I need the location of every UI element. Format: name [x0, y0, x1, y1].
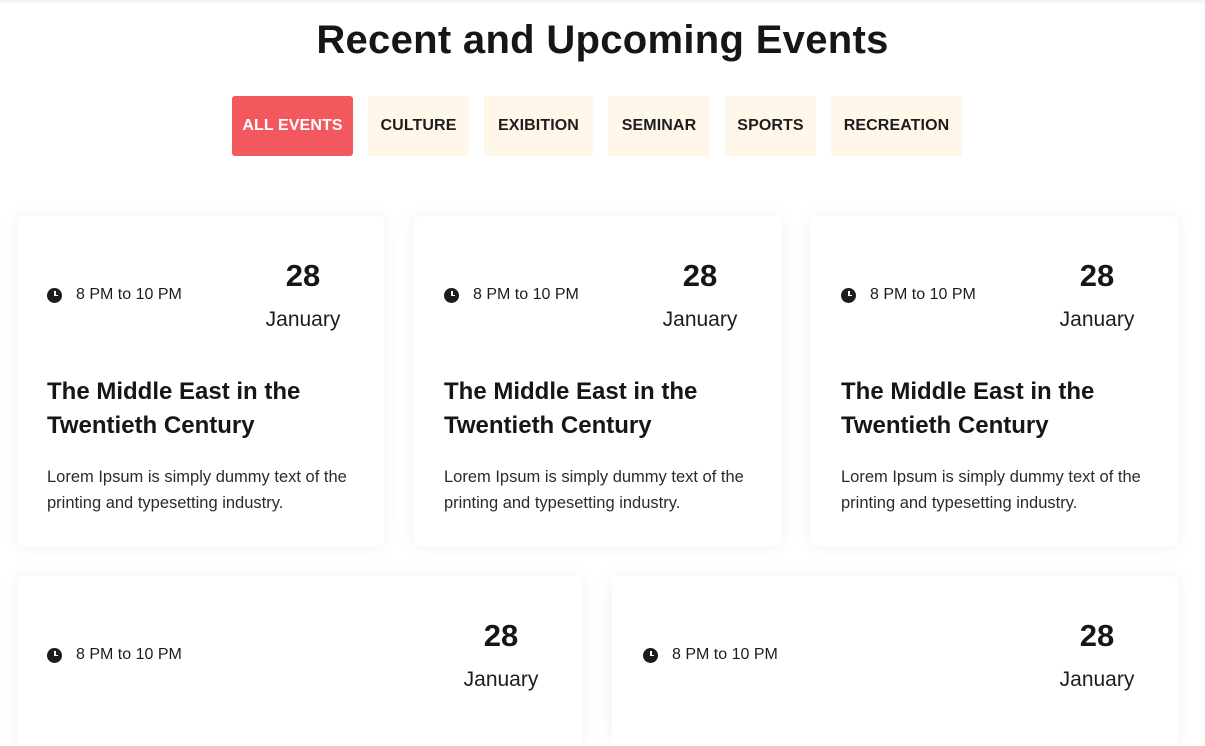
event-time-label: 8 PM to 10 PM	[76, 286, 182, 303]
filter-culture[interactable]: CULTURE	[368, 96, 469, 156]
filter-recreation[interactable]: RECREATION	[831, 96, 962, 156]
event-month: January	[662, 308, 738, 331]
clock-icon	[643, 647, 658, 663]
clock-icon	[444, 287, 459, 303]
event-description: Lorem Ipsum is simply dummy text of the …	[841, 468, 1141, 512]
event-time-label: 8 PM to 10 PM	[672, 646, 778, 663]
event-day: 28	[1079, 258, 1115, 293]
filter-exibition[interactable]: EXIBITION	[484, 96, 593, 156]
event-time: 8 PM to 10 PM	[643, 646, 778, 664]
event-day: 28	[483, 618, 519, 653]
event-time-label: 8 PM to 10 PM	[76, 646, 182, 663]
event-month: January	[1059, 668, 1135, 691]
event-title[interactable]: The Middle East in the Twentieth Century	[444, 375, 744, 443]
clock-icon	[841, 287, 856, 303]
event-title[interactable]: The Middle East in the Twentieth Century	[841, 375, 1141, 443]
clock-icon	[47, 287, 62, 303]
event-time: 8 PM to 10 PM	[47, 286, 182, 304]
event-month: January	[265, 308, 341, 331]
filter-all-events[interactable]: ALL EVENTS	[232, 96, 353, 156]
event-description: Lorem Ipsum is simply dummy text of the …	[444, 468, 744, 512]
event-filter-bar: ALL EVENTS CULTURE EXIBITION SEMINAR SPO…	[232, 96, 962, 156]
event-time: 8 PM to 10 PM	[47, 646, 182, 664]
event-card[interactable]: 8 PM to 10 PM 28 January	[612, 576, 1178, 746]
event-day: 28	[1079, 618, 1115, 653]
event-day: 28	[285, 258, 321, 293]
filter-seminar[interactable]: SEMINAR	[608, 96, 710, 156]
event-time-label: 8 PM to 10 PM	[473, 286, 579, 303]
page-title: Recent and Upcoming Events	[316, 18, 889, 62]
event-time-label: 8 PM to 10 PM	[870, 286, 976, 303]
clock-icon	[47, 647, 62, 663]
event-month: January	[463, 668, 539, 691]
event-time: 8 PM to 10 PM	[444, 286, 579, 304]
event-time: 8 PM to 10 PM	[841, 286, 976, 304]
top-divider	[0, 0, 1205, 5]
event-month: January	[1059, 308, 1135, 331]
filter-sports[interactable]: SPORTS	[725, 96, 816, 156]
event-card[interactable]: 8 PM to 10 PM 28 January The Middle East…	[414, 216, 781, 546]
event-title[interactable]: The Middle East in the Twentieth Century	[47, 375, 347, 443]
event-day: 28	[682, 258, 718, 293]
event-card[interactable]: 8 PM to 10 PM 28 January The Middle East…	[811, 216, 1178, 546]
event-card[interactable]: 8 PM to 10 PM 28 January The Middle East…	[17, 216, 384, 546]
event-card[interactable]: 8 PM to 10 PM 28 January	[17, 576, 582, 746]
event-description: Lorem Ipsum is simply dummy text of the …	[47, 468, 347, 512]
